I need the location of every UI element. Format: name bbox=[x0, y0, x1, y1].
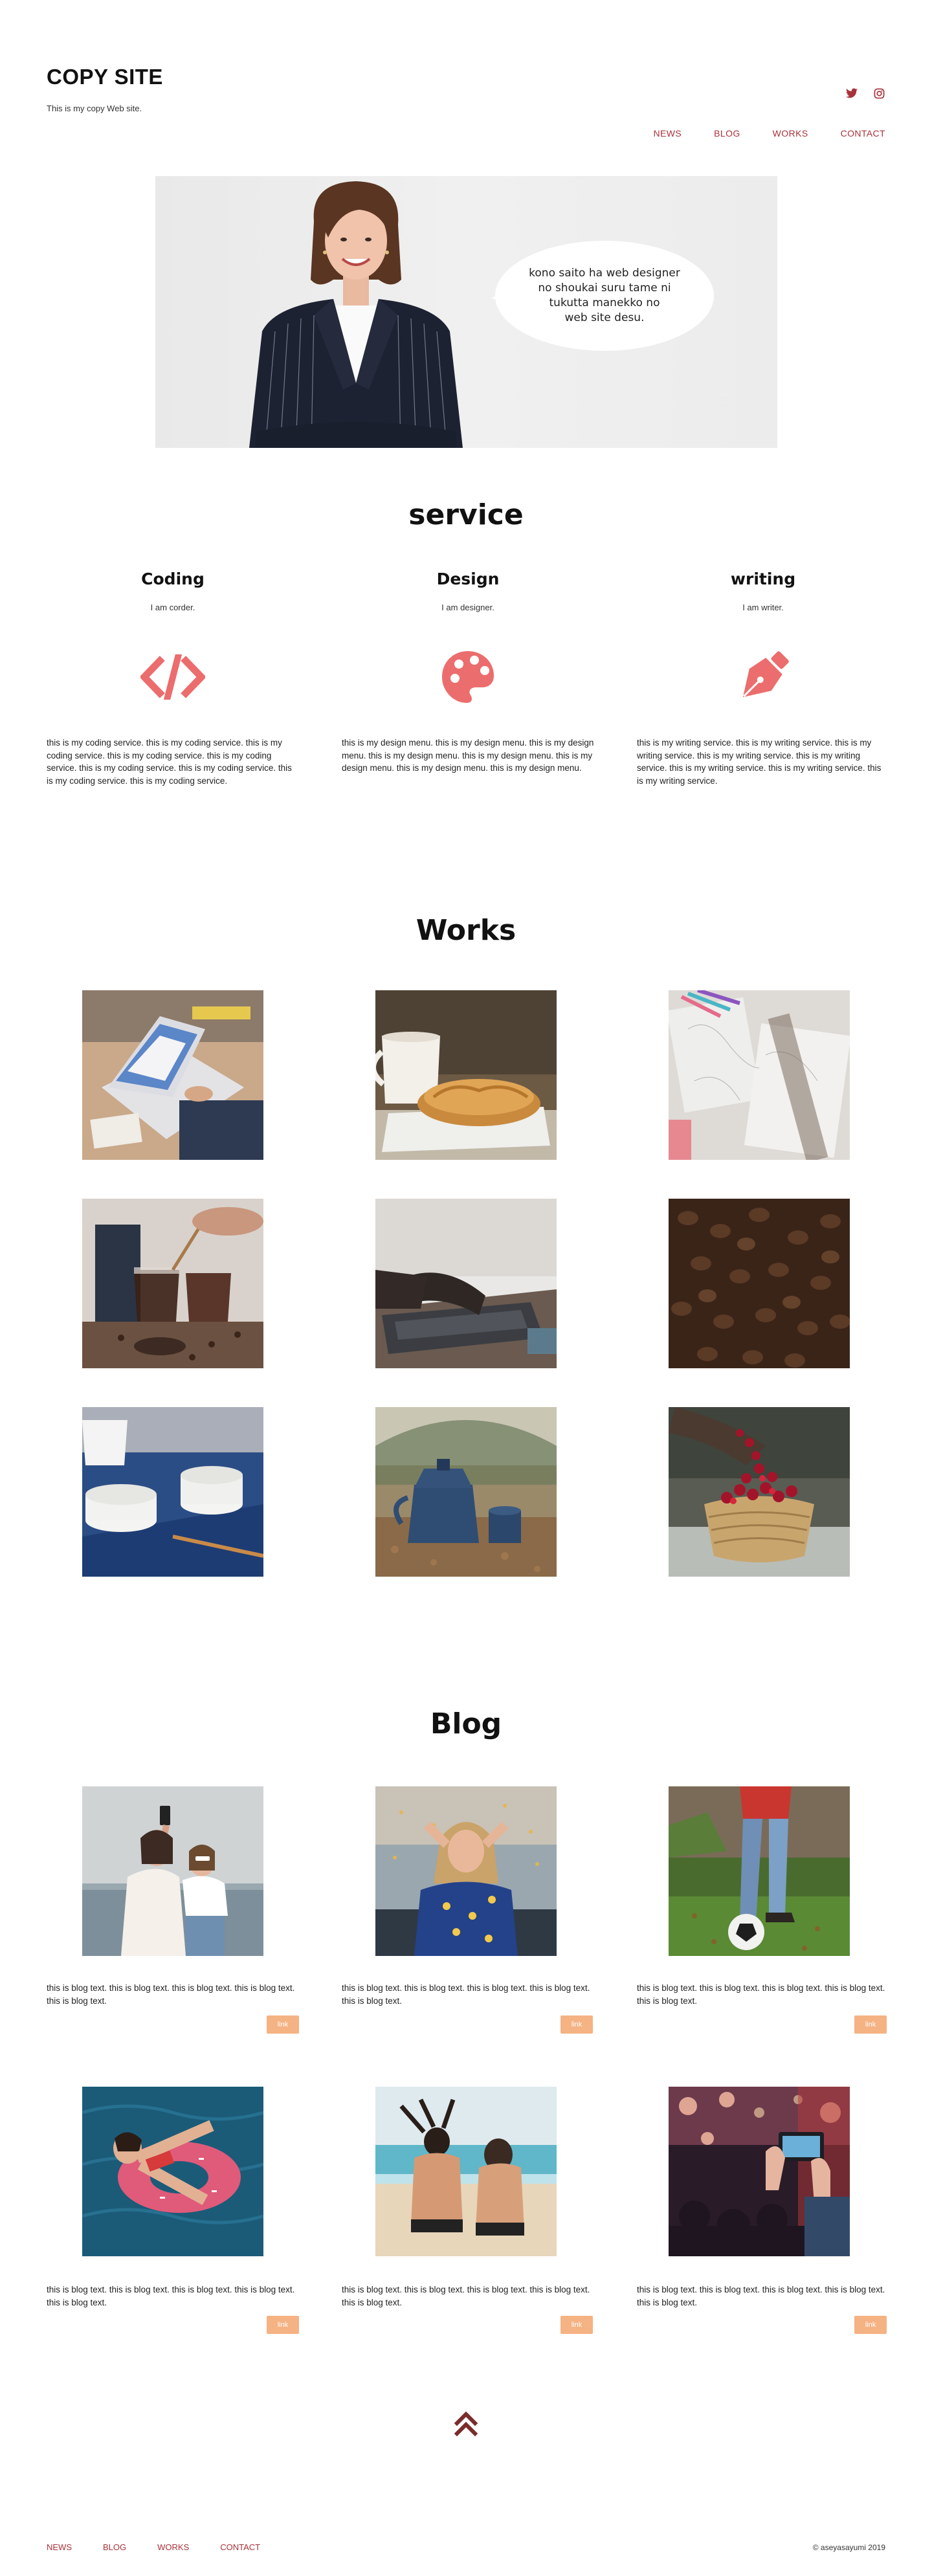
service-name: writing bbox=[730, 570, 796, 588]
service-text: this is my coding service. this is my co… bbox=[47, 738, 292, 786]
service-text: this is my writing service. this is my w… bbox=[637, 738, 882, 786]
footer-nav-works[interactable]: WORKS bbox=[157, 2542, 189, 2552]
work-thumbnail[interactable] bbox=[669, 990, 850, 1160]
work-thumbnail[interactable] bbox=[669, 1199, 850, 1368]
blog-text: this is blog text. this is blog text. th… bbox=[47, 2285, 295, 2307]
work-thumbnail[interactable] bbox=[375, 1199, 557, 1368]
nav-contact[interactable]: CONTACT bbox=[841, 128, 885, 139]
blog-text: this is blog text. this is blog text. th… bbox=[637, 1983, 885, 2006]
blog-thumbnail[interactable] bbox=[669, 2087, 850, 2256]
work-thumbnail[interactable] bbox=[82, 1199, 263, 1368]
blog-link-button[interactable]: link bbox=[267, 2015, 299, 2034]
service-text: this is my design menu. this is my desig… bbox=[342, 738, 594, 773]
works-title: Works bbox=[416, 914, 516, 947]
work-thumbnail[interactable] bbox=[375, 990, 557, 1160]
footer-nav-blog[interactable]: BLOG bbox=[103, 2542, 126, 2552]
blog-text: this is blog text. this is blog text. th… bbox=[637, 2285, 885, 2307]
back-to-top-icon[interactable] bbox=[453, 2409, 479, 2439]
blog-title: Blog bbox=[430, 1707, 502, 1740]
service-subtitle: I am corder. bbox=[150, 603, 195, 612]
work-thumbnail[interactable] bbox=[82, 990, 263, 1160]
nav-blog[interactable]: BLOG bbox=[714, 128, 740, 139]
site-subtitle: This is my copy Web site. bbox=[47, 104, 142, 113]
service-subtitle: I am designer. bbox=[441, 603, 494, 612]
palette-icon bbox=[436, 645, 500, 709]
blog-text: this is blog text. this is blog text. th… bbox=[342, 1983, 590, 2006]
bubble-line: tukutta manekko no bbox=[549, 296, 660, 309]
blog-text: this is blog text. this is blog text. th… bbox=[47, 1983, 295, 2006]
nav-works[interactable]: WORKS bbox=[773, 128, 808, 139]
footer-nav: NEWS BLOG WORKS CONTACT bbox=[47, 2542, 260, 2552]
instagram-icon[interactable] bbox=[872, 87, 885, 100]
code-icon bbox=[140, 645, 205, 709]
bubble-line: web site desu. bbox=[564, 311, 645, 324]
blog-link-button[interactable]: link bbox=[854, 2015, 887, 2034]
bubble-line: no shoukai suru tame ni bbox=[538, 282, 671, 295]
blog-link-button[interactable]: link bbox=[560, 2015, 593, 2034]
pen-nib-icon bbox=[731, 645, 795, 709]
blog-text: this is blog text. this is blog text. th… bbox=[342, 2285, 590, 2307]
service-design: Design I am designer. this is my design … bbox=[342, 570, 594, 775]
footer-nav-news[interactable]: NEWS bbox=[47, 2542, 72, 2552]
site-header: COPY SITE This is my copy Web site. NEWS… bbox=[0, 0, 932, 155]
copyright-text: © aseyasayumi 2019 bbox=[812, 2543, 885, 2552]
blog-thumbnail[interactable] bbox=[82, 1786, 263, 1956]
social-links bbox=[845, 87, 885, 100]
blog-thumbnail[interactable] bbox=[82, 2087, 263, 2256]
work-thumbnail[interactable] bbox=[669, 1407, 850, 1577]
work-thumbnail[interactable] bbox=[82, 1407, 263, 1577]
main-nav: NEWS BLOG WORKS CONTACT bbox=[654, 128, 885, 139]
service-name: Coding bbox=[141, 570, 205, 588]
speech-bubble: kono saito ha web designer no shoukai su… bbox=[495, 241, 714, 351]
work-thumbnail[interactable] bbox=[375, 1407, 557, 1577]
service-subtitle: I am writer. bbox=[742, 603, 784, 612]
bubble-line: kono saito ha web designer bbox=[529, 267, 680, 280]
blog-link-button[interactable]: link bbox=[854, 2316, 887, 2334]
service-writing: writing I am writer. this is my writing … bbox=[637, 570, 889, 787]
footer-nav-contact[interactable]: CONTACT bbox=[220, 2542, 260, 2552]
service-coding: Coding I am corder. this is my coding se… bbox=[47, 570, 299, 787]
blog-link-button[interactable]: link bbox=[560, 2316, 593, 2334]
service-title: service bbox=[408, 498, 524, 531]
blog-thumbnail[interactable] bbox=[375, 2087, 557, 2256]
hero-image: kono saito ha web designer no shoukai su… bbox=[155, 176, 777, 448]
blog-link-button[interactable]: link bbox=[267, 2316, 299, 2334]
nav-news[interactable]: NEWS bbox=[654, 128, 682, 139]
site-title[interactable]: COPY SITE bbox=[47, 65, 163, 89]
service-name: Design bbox=[436, 570, 500, 588]
twitter-icon[interactable] bbox=[845, 87, 858, 100]
blog-thumbnail[interactable] bbox=[375, 1786, 557, 1956]
blog-thumbnail[interactable] bbox=[669, 1786, 850, 1956]
person-photo bbox=[249, 181, 463, 448]
